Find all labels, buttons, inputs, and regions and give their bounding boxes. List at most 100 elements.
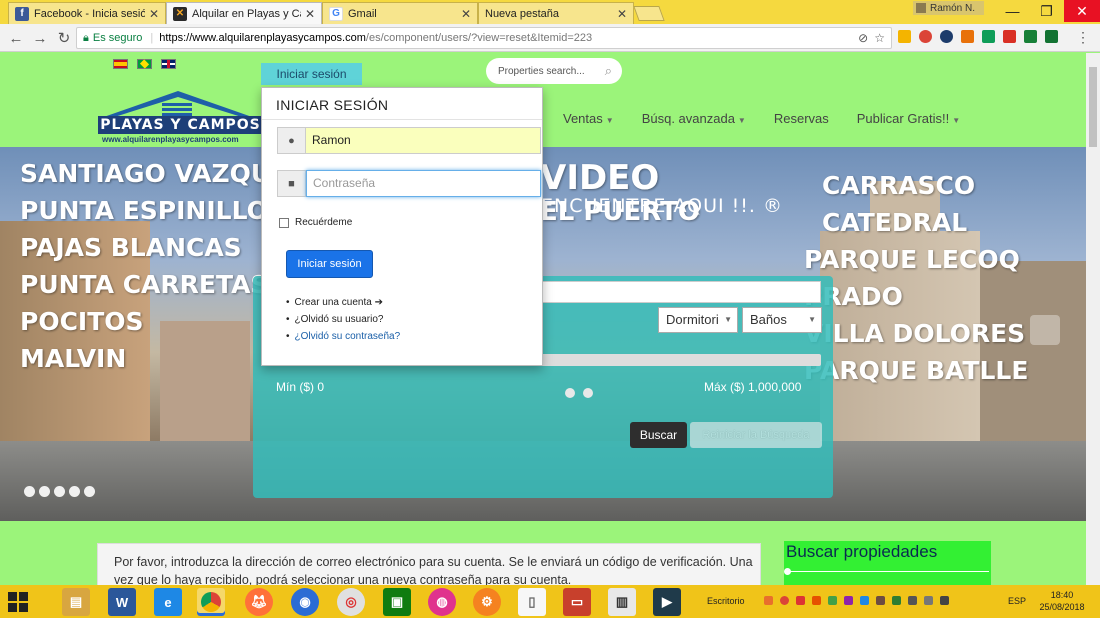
slider-dot[interactable] bbox=[69, 486, 80, 497]
forgot-username-link[interactable]: ¿Olvidó su usuario? bbox=[295, 314, 384, 325]
nav-publicar-gratis[interactable]: Publicar Gratis!! ▼ bbox=[857, 111, 960, 126]
minimize-button[interactable]: — bbox=[996, 0, 1029, 22]
username-field[interactable]: Ramon bbox=[306, 127, 541, 154]
caret-down-icon: ▼ bbox=[808, 315, 816, 324]
extension-icon[interactable] bbox=[961, 30, 974, 43]
blocked-popup-icon[interactable]: ⊘ bbox=[858, 31, 868, 45]
tray-icon[interactable] bbox=[780, 596, 789, 605]
system-clock[interactable]: 18:40 25/08/2018 bbox=[1032, 589, 1092, 613]
close-icon[interactable]: ✕ bbox=[149, 7, 159, 21]
caret-down-icon: ▼ bbox=[605, 116, 614, 125]
nav-busqueda-avanzada[interactable]: Búsq. avanzada ▼ bbox=[642, 111, 746, 126]
extension-icon[interactable] bbox=[919, 30, 932, 43]
extensions-bar bbox=[898, 30, 1058, 43]
desktop-label[interactable]: Escritorio bbox=[707, 596, 745, 606]
properties-search-input[interactable]: Properties search... ⌕ bbox=[486, 58, 622, 84]
site-logo[interactable]: PLAYAS Y CAMPOS www.alquilarenplayasycam… bbox=[98, 91, 263, 151]
tray-icon[interactable] bbox=[796, 596, 805, 605]
ie-icon[interactable]: e bbox=[154, 588, 182, 616]
window-icon[interactable]: ▥ bbox=[608, 588, 636, 616]
bedrooms-select[interactable]: Dormitori ▼ bbox=[658, 307, 738, 333]
tray-icon[interactable] bbox=[828, 596, 837, 605]
spain-flag-icon[interactable] bbox=[113, 59, 128, 69]
profile-chip[interactable]: Ramón N. bbox=[913, 1, 984, 15]
reset-search-button[interactable]: Reiniciar la Búsqueda bbox=[690, 422, 822, 448]
slider-dot[interactable] bbox=[39, 486, 50, 497]
reset-instructions-text: Por favor, introduzca la dirección de co… bbox=[114, 555, 753, 585]
settings-gear-icon[interactable]: ⚙ bbox=[473, 588, 501, 616]
slider-dot[interactable] bbox=[24, 486, 35, 497]
document-icon[interactable]: ▯ bbox=[518, 588, 546, 616]
back-button[interactable]: ← bbox=[6, 28, 26, 48]
slider-next-button[interactable] bbox=[1030, 315, 1060, 345]
file-explorer-icon[interactable]: ▤ bbox=[62, 588, 90, 616]
remember-me[interactable]: Recuérdeme bbox=[279, 217, 352, 228]
maximize-button[interactable]: ❐ bbox=[1030, 0, 1063, 22]
chrome-icon[interactable] bbox=[197, 588, 225, 616]
extension-icon[interactable] bbox=[1003, 30, 1016, 43]
slider-handle-min[interactable] bbox=[565, 388, 575, 398]
slider-dot[interactable] bbox=[54, 486, 65, 497]
reload-button[interactable]: ↻ bbox=[54, 28, 74, 48]
remember-checkbox[interactable] bbox=[279, 217, 289, 228]
forgot-password-link[interactable]: ¿Olvidó su contraseña? bbox=[295, 331, 401, 342]
login-button[interactable]: Iniciar sesión bbox=[286, 250, 373, 278]
extension-icon[interactable] bbox=[982, 30, 995, 43]
facebook-icon: f bbox=[15, 6, 29, 21]
menu-icon[interactable]: ⋮ bbox=[1076, 29, 1090, 46]
battery-icon[interactable] bbox=[924, 596, 933, 605]
nav-label: Publicar Gratis!! bbox=[856, 111, 950, 126]
slider-dot[interactable] bbox=[84, 486, 95, 497]
create-account-link[interactable]: Crear una cuenta ➔ bbox=[295, 297, 383, 308]
signal-icon[interactable] bbox=[940, 596, 949, 605]
forward-button[interactable]: → bbox=[30, 28, 50, 48]
close-icon[interactable]: ✕ bbox=[305, 7, 315, 21]
language-indicator[interactable]: ESP bbox=[1008, 596, 1026, 606]
editor-icon[interactable]: ▶ bbox=[653, 588, 681, 616]
bookmark-star-icon[interactable]: ☆ bbox=[874, 31, 885, 45]
windows-start-icon[interactable] bbox=[8, 592, 28, 612]
media-icon[interactable]: ▭ bbox=[563, 588, 591, 616]
word-icon[interactable]: W bbox=[108, 588, 136, 616]
close-window-button[interactable]: ✕ bbox=[1064, 0, 1100, 22]
password-field[interactable]: Contraseña bbox=[306, 170, 541, 197]
network-icon[interactable] bbox=[908, 596, 917, 605]
nav-ventas[interactable]: Ventas ▼ bbox=[563, 111, 614, 126]
bathrooms-select[interactable]: Baños ▼ bbox=[742, 307, 822, 333]
close-icon[interactable]: ✕ bbox=[617, 7, 627, 21]
app-icon[interactable]: ◍ bbox=[428, 588, 456, 616]
tray-icon[interactable] bbox=[876, 596, 885, 605]
tab-facebook[interactable]: f Facebook - Inicia sesión o ✕ bbox=[8, 2, 166, 24]
tab-alquilar[interactable]: ✕ Alquilar en Playas y Camp ✕ bbox=[166, 2, 322, 24]
uk-flag-icon[interactable] bbox=[161, 59, 176, 69]
browser-toolbar: ← → ↻ 🔒︎ Es seguro | https://www.alquila… bbox=[0, 24, 1100, 52]
store-icon[interactable]: ▣ bbox=[383, 588, 411, 616]
tray-icon[interactable] bbox=[892, 596, 901, 605]
search-button[interactable]: Buscar bbox=[630, 422, 687, 448]
tray-icon[interactable] bbox=[812, 596, 821, 605]
tray-icon[interactable] bbox=[844, 596, 853, 605]
nav-reservas[interactable]: Reservas bbox=[774, 111, 829, 126]
extension-icon[interactable] bbox=[1024, 30, 1037, 43]
firefox-icon[interactable]: 🦊︎ bbox=[245, 588, 273, 616]
scrollbar-thumb[interactable] bbox=[1089, 67, 1097, 147]
new-tab-button[interactable] bbox=[633, 6, 665, 21]
slider-handle-max[interactable] bbox=[583, 388, 593, 398]
login-toggle-button[interactable]: Iniciar sesión bbox=[261, 63, 362, 85]
tray-icon[interactable] bbox=[860, 596, 869, 605]
address-bar[interactable]: 🔒︎ Es seguro | https://www.alquilarenpla… bbox=[76, 27, 892, 49]
extension-icon[interactable] bbox=[940, 30, 953, 43]
hero-text: PARQUE LECOQ bbox=[804, 245, 1020, 274]
tab-new[interactable]: Nueva pestaña ✕ bbox=[478, 2, 634, 24]
tray-icon[interactable] bbox=[764, 596, 773, 605]
close-icon[interactable]: ✕ bbox=[461, 7, 471, 21]
tab-label: Gmail bbox=[348, 7, 377, 20]
chrome-alt-icon[interactable]: ◎ bbox=[337, 588, 365, 616]
extension-icon[interactable] bbox=[1045, 30, 1058, 43]
firefox-blue-icon[interactable]: ◉ bbox=[291, 588, 319, 616]
page-scrollbar[interactable] bbox=[1086, 53, 1100, 585]
brazil-flag-icon[interactable] bbox=[137, 59, 152, 69]
extension-icon[interactable] bbox=[898, 30, 911, 43]
search-icon[interactable]: ⌕ bbox=[605, 63, 612, 79]
tab-gmail[interactable]: G Gmail ✕ bbox=[322, 2, 478, 24]
